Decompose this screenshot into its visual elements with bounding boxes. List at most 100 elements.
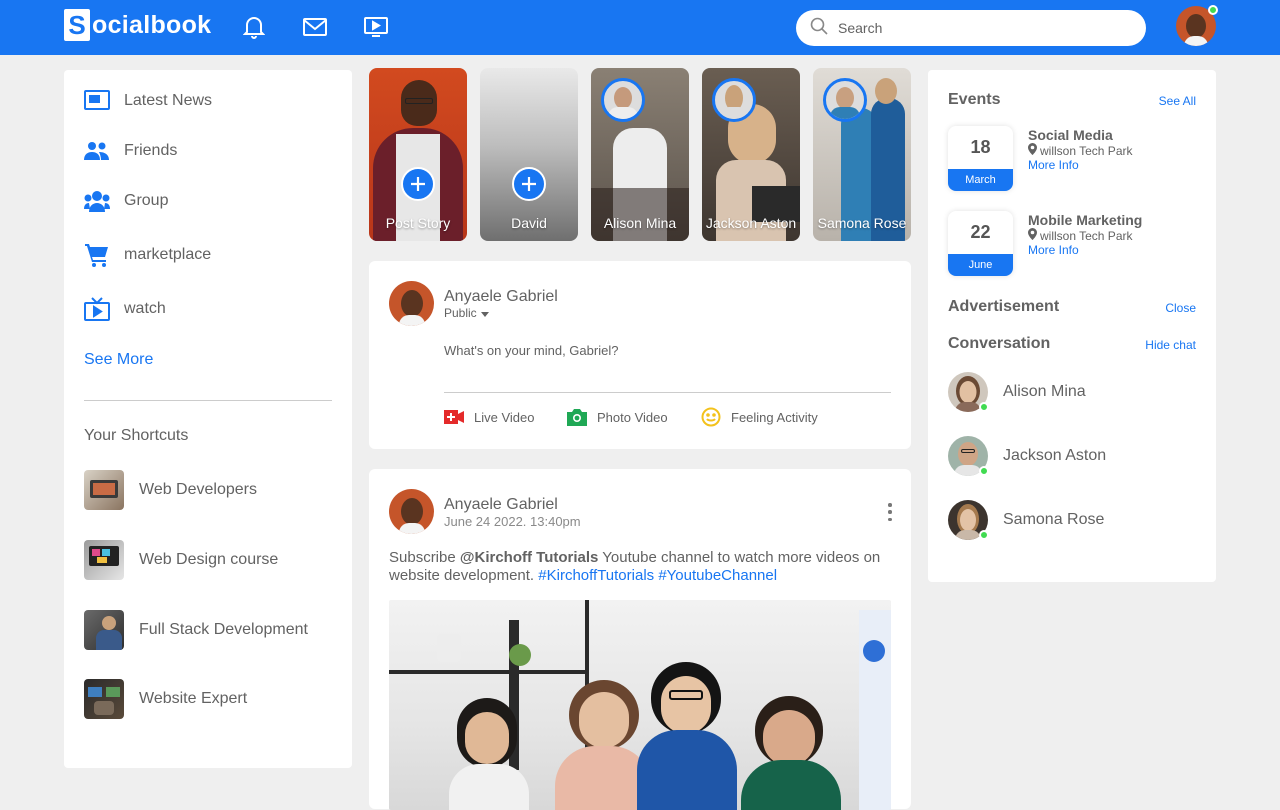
- sidebar-item-group[interactable]: Group: [84, 188, 168, 214]
- action-label: Feeling Activity: [731, 409, 818, 425]
- hide-chat-link[interactable]: Hide chat: [1145, 338, 1196, 352]
- contact-item[interactable]: Alison Mina: [948, 372, 1086, 412]
- privacy-label: Public: [444, 306, 477, 320]
- more-options-icon[interactable]: [885, 503, 895, 521]
- logo-letter: S: [64, 9, 90, 41]
- shortcut-thumbnail: [84, 470, 124, 510]
- action-label: Photo Video: [597, 409, 668, 425]
- sidebar-item-watch[interactable]: watch: [84, 296, 166, 322]
- event-title: Social Media: [1028, 127, 1113, 143]
- top-navbar: S ocialbook: [0, 0, 1280, 55]
- story-card[interactable]: Jackson Aston: [702, 68, 800, 241]
- cart-icon: [84, 242, 110, 268]
- event-date-badge: 22 June: [948, 211, 1013, 276]
- more-info-link[interactable]: More Info: [1028, 158, 1132, 172]
- event-info: Mobile Marketing willson Tech Park More …: [1028, 212, 1142, 257]
- online-indicator: [1208, 5, 1218, 15]
- shortcut-item[interactable]: Website Expert: [84, 679, 247, 719]
- avatar: [948, 436, 989, 476]
- story-card[interactable]: David: [480, 68, 578, 241]
- video-icon[interactable]: [362, 13, 390, 41]
- sidebar-item-friends[interactable]: Friends: [84, 138, 177, 164]
- post-image[interactable]: [389, 600, 891, 810]
- shortcut-label: Website Expert: [139, 690, 248, 707]
- story-name: Alison Mina: [603, 215, 677, 231]
- post-author[interactable]: Anyaele Gabriel: [444, 496, 581, 514]
- story-card[interactable]: Samona Rose: [813, 68, 911, 241]
- close-ad-link[interactable]: Close: [1165, 301, 1196, 315]
- contact-name: Alison Mina: [1003, 383, 1086, 400]
- events-title: Events: [948, 91, 1001, 108]
- live-video-icon: [444, 407, 464, 427]
- story-avatar: [823, 78, 867, 122]
- event-month: June: [948, 254, 1013, 276]
- event-location: willson Tech Park: [1028, 228, 1142, 243]
- shortcut-thumbnail: [84, 679, 124, 719]
- event-info: Social Media willson Tech Park More Info: [1028, 127, 1132, 172]
- add-story-button[interactable]: [512, 167, 546, 201]
- shortcut-thumbnail: [84, 610, 124, 650]
- contact-item[interactable]: Jackson Aston: [948, 436, 1106, 476]
- user-name[interactable]: Anyaele Gabriel: [444, 288, 558, 306]
- plus-icon: [411, 177, 425, 191]
- story-name: Samona Rose: [817, 215, 907, 231]
- hashtag[interactable]: #YoutubeChannel: [658, 567, 777, 584]
- mail-icon[interactable]: [301, 13, 329, 41]
- post-input[interactable]: [444, 343, 891, 393]
- camera-icon: [567, 407, 587, 427]
- post-mention[interactable]: @Kirchoff Tutorials: [460, 549, 599, 566]
- event-location: willson Tech Park: [1028, 143, 1132, 158]
- shortcut-item[interactable]: Full Stack Development: [84, 610, 308, 650]
- contact-item[interactable]: Samona Rose: [948, 500, 1104, 540]
- hashtag[interactable]: #KirchoffTutorials: [538, 567, 654, 584]
- location-pin-icon: [1028, 228, 1037, 243]
- sidebar-item-marketplace[interactable]: marketplace: [84, 242, 211, 268]
- group-icon: [84, 188, 110, 214]
- shortcut-item[interactable]: Web Developers: [84, 470, 257, 510]
- see-more-link[interactable]: See More: [84, 351, 153, 369]
- online-indicator: [979, 530, 989, 540]
- privacy-selector[interactable]: Public: [444, 306, 558, 320]
- event-location-text: willson Tech Park: [1040, 143, 1133, 158]
- photo-video-button[interactable]: Photo Video: [567, 407, 668, 427]
- left-sidebar: Latest News Friends Group marketplace wa…: [64, 70, 352, 768]
- shortcuts-title: Your Shortcuts: [84, 427, 189, 444]
- avatar[interactable]: [389, 489, 434, 534]
- story-avatar: [712, 78, 756, 122]
- divider: [84, 400, 332, 401]
- more-info-link[interactable]: More Info: [1028, 243, 1142, 257]
- shortcut-thumbnail: [84, 540, 124, 580]
- avatar: [948, 500, 989, 540]
- event-day: 18: [970, 137, 991, 157]
- sidebar-item-label: watch: [124, 300, 166, 317]
- post-composer: Anyaele Gabriel Public Live Video Photo …: [369, 261, 911, 449]
- story-card[interactable]: Alison Mina: [591, 68, 689, 241]
- plus-icon: [522, 177, 536, 191]
- event-day: 22: [970, 222, 991, 242]
- sidebar-item-label: Group: [124, 192, 169, 209]
- logo-text: ocialbook: [92, 10, 212, 39]
- event-date-badge: 18 March: [948, 126, 1013, 191]
- see-all-link[interactable]: See All: [1159, 94, 1196, 108]
- shortcut-label: Web Developers: [139, 481, 257, 498]
- live-video-button[interactable]: Live Video: [444, 407, 534, 427]
- profile-avatar[interactable]: [1176, 5, 1218, 46]
- feeling-activity-button[interactable]: Feeling Activity: [701, 407, 818, 427]
- search-bar[interactable]: [796, 10, 1146, 46]
- sidebar-item-label: marketplace: [124, 246, 212, 263]
- post-text-part: Subscribe: [389, 549, 460, 566]
- story-avatar: [601, 78, 645, 122]
- add-story-button[interactable]: [401, 167, 435, 201]
- story-card[interactable]: Post Story: [369, 68, 467, 241]
- avatar[interactable]: [389, 281, 434, 326]
- shortcut-item[interactable]: Web Design course: [84, 540, 278, 580]
- sidebar-item-latest-news[interactable]: Latest News: [84, 88, 212, 114]
- sidebar-item-label: Friends: [124, 142, 178, 159]
- story-name: Jackson Aston: [705, 215, 797, 231]
- news-icon: [84, 88, 110, 114]
- logo[interactable]: S ocialbook: [64, 9, 211, 41]
- shortcut-label: Full Stack Development: [139, 621, 308, 638]
- bell-icon[interactable]: [240, 13, 268, 41]
- search-input[interactable]: [838, 20, 1128, 36]
- event-title: Mobile Marketing: [1028, 212, 1143, 228]
